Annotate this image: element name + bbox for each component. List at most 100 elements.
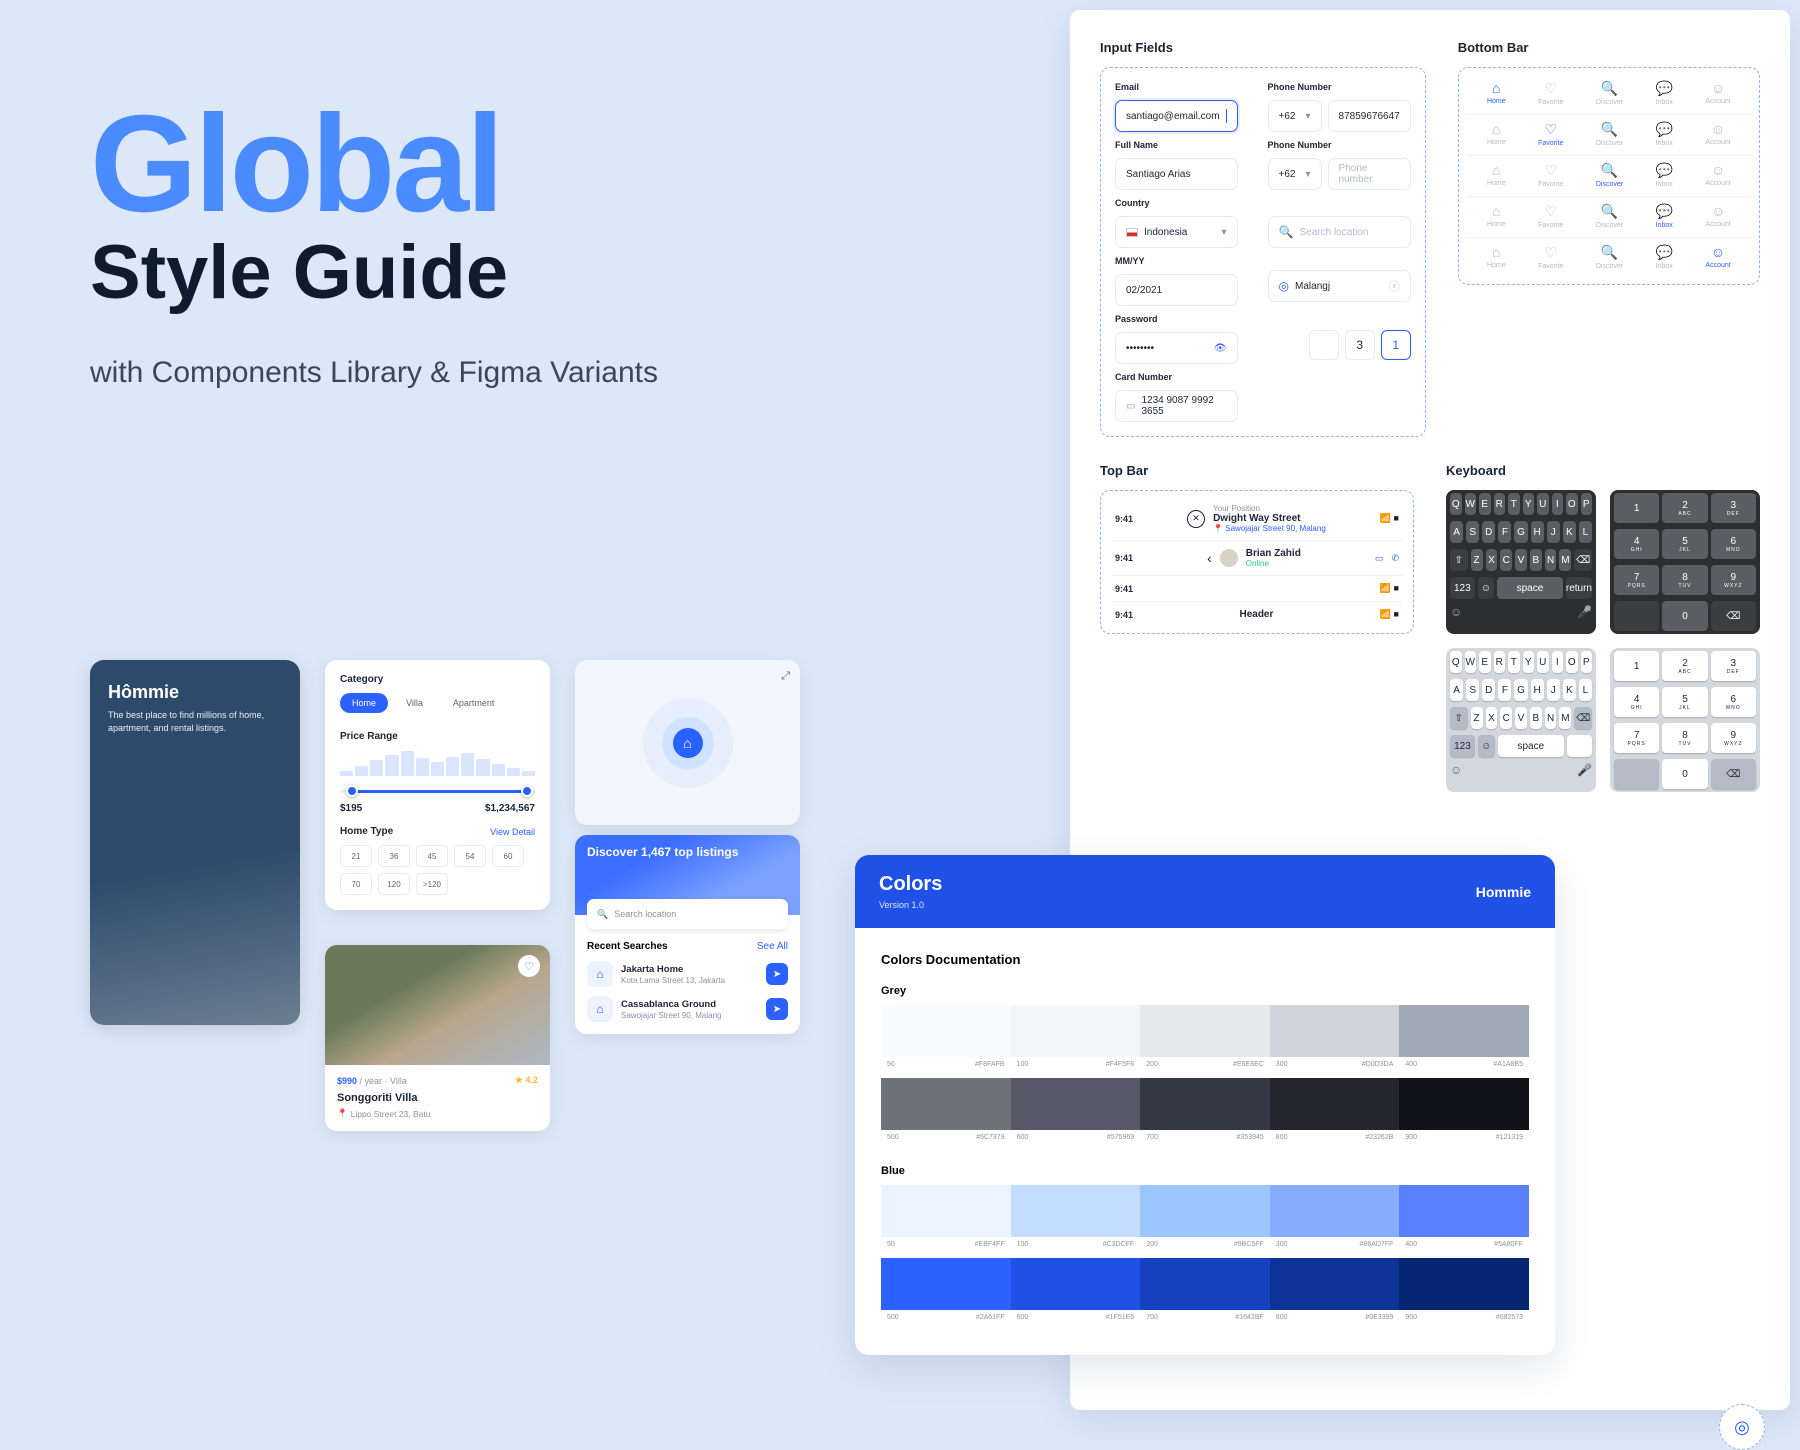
expand-icon[interactable]: ⤢: [781, 670, 790, 683]
tab-home[interactable]: ⌂Home: [1487, 203, 1506, 229]
ht-21[interactable]: 21: [340, 845, 372, 867]
search-location-input[interactable]: 🔍Search location: [1268, 216, 1411, 248]
key-K[interactable]: K: [1563, 679, 1576, 701]
arrow-icon[interactable]: ➤: [766, 963, 788, 985]
key-Z[interactable]: Z: [1471, 549, 1483, 571]
phone-icon[interactable]: ✆: [1391, 553, 1399, 564]
numkey-7[interactable]: 7PQRS: [1614, 565, 1659, 595]
key-F[interactable]: F: [1498, 521, 1511, 543]
tab-favorite[interactable]: ♡Favorite: [1538, 80, 1563, 106]
email-input[interactable]: santiago@email.com: [1115, 100, 1238, 132]
keyboard-qwerty-dark[interactable]: QWERTYUIOPASDFGHJKL⇧ZXCVBNM⌫123☺spaceret…: [1446, 490, 1596, 634]
numkey-0[interactable]: 0: [1662, 759, 1707, 789]
key-B[interactable]: B: [1530, 707, 1542, 729]
mmyy-input[interactable]: 02/2021: [1115, 274, 1238, 306]
listing-card[interactable]: ♡ $990 / year · Villa ★ 4.2 Songgoriti V…: [325, 945, 550, 1131]
numkey-7[interactable]: 7PQRS: [1614, 723, 1659, 753]
key-D[interactable]: D: [1482, 679, 1495, 701]
card-input[interactable]: ▭1234 9087 9992 3655: [1115, 390, 1238, 422]
country-select[interactable]: Indonesia▾: [1115, 216, 1238, 248]
key-Y[interactable]: Y: [1523, 651, 1535, 673]
keyboard-qwerty-light[interactable]: QWERTYUIOPASDFGHJKL⇧ZXCVBNM⌫123☺spaceGo☺…: [1446, 648, 1596, 792]
key-S[interactable]: S: [1466, 679, 1479, 701]
tab-favorite[interactable]: ♡Favorite: [1538, 121, 1563, 147]
key-U[interactable]: U: [1537, 493, 1549, 515]
tab-favorite[interactable]: ♡Favorite: [1538, 244, 1563, 270]
shift-key[interactable]: ⇧: [1450, 549, 1468, 571]
key-M[interactable]: M: [1559, 707, 1571, 729]
key-L[interactable]: L: [1579, 521, 1592, 543]
emoji-icon[interactable]: ☺: [1450, 605, 1467, 619]
numkey-3[interactable]: 3DEF: [1711, 493, 1756, 523]
numkey-5[interactable]: 5JKL: [1662, 529, 1707, 559]
key-U[interactable]: U: [1537, 651, 1549, 673]
numkey-4[interactable]: 4GHI: [1614, 529, 1659, 559]
delete-key[interactable]: ⌫: [1711, 759, 1756, 789]
key-Q[interactable]: Q: [1450, 493, 1462, 515]
eye-icon[interactable]: 👁: [1214, 343, 1227, 354]
back-icon[interactable]: ‹: [1207, 550, 1212, 566]
delete-key[interactable]: ⌫: [1574, 549, 1592, 571]
key-M[interactable]: M: [1559, 549, 1571, 571]
tab-inbox[interactable]: 💬Inbox: [1656, 121, 1673, 147]
key-Q[interactable]: Q: [1450, 651, 1462, 673]
close-icon[interactable]: ✕: [1187, 510, 1205, 528]
favorite-button[interactable]: ♡: [518, 955, 540, 977]
recent-item[interactable]: ⌂ Cassablanca Ground Sawojajar Street 90…: [587, 996, 788, 1022]
key-G[interactable]: G: [1514, 521, 1527, 543]
tab-inbox[interactable]: 💬Inbox: [1656, 80, 1673, 106]
keyboard-numpad-light[interactable]: 12ABC3DEF4GHI5JKL6MNO7PQRS8TUV9WXYZ0⌫: [1610, 648, 1760, 792]
tab-discover[interactable]: 🔍Discover: [1596, 203, 1623, 229]
tab-discover[interactable]: 🔍Discover: [1596, 80, 1623, 106]
key-G[interactable]: G: [1514, 679, 1527, 701]
key-Y[interactable]: Y: [1523, 493, 1535, 515]
tab-favorite[interactable]: ♡Favorite: [1538, 203, 1563, 229]
numkey-6[interactable]: 6MNO: [1711, 529, 1756, 559]
key-E[interactable]: E: [1479, 493, 1491, 515]
numkey-1[interactable]: 1: [1614, 651, 1659, 681]
mic-icon[interactable]: 🎤: [1575, 605, 1592, 619]
tab-discover[interactable]: 🔍Discover: [1596, 244, 1623, 270]
delete-key[interactable]: ⌫: [1574, 707, 1592, 729]
tab-account[interactable]: ☺Account: [1705, 80, 1730, 106]
tab-account[interactable]: ☺Account: [1705, 244, 1730, 270]
view-detail-link[interactable]: View Detail: [490, 827, 535, 837]
ht-60[interactable]: 60: [492, 845, 524, 867]
key-V[interactable]: V: [1515, 707, 1527, 729]
tab-account[interactable]: ☺Account: [1705, 121, 1730, 147]
key-J[interactable]: J: [1547, 521, 1560, 543]
key-E[interactable]: E: [1479, 651, 1491, 673]
numkey-9[interactable]: 9WXYZ: [1711, 723, 1756, 753]
key-C[interactable]: C: [1500, 707, 1512, 729]
key-D[interactable]: D: [1482, 521, 1495, 543]
key-A[interactable]: A: [1450, 679, 1463, 701]
key-V[interactable]: V: [1515, 549, 1527, 571]
tab-discover[interactable]: 🔍Discover: [1596, 121, 1623, 147]
key-R[interactable]: R: [1494, 651, 1506, 673]
numkey-4[interactable]: 4GHI: [1614, 687, 1659, 717]
key-Z[interactable]: Z: [1471, 707, 1483, 729]
keyboard-numpad-dark[interactable]: 12ABC3DEF4GHI5JKL6MNO7PQRS8TUV9WXYZ0⌫: [1610, 490, 1760, 634]
numkey-2[interactable]: 2ABC: [1662, 493, 1707, 523]
key-L[interactable]: L: [1579, 679, 1592, 701]
tab-account[interactable]: ☺Account: [1705, 162, 1730, 188]
key-R[interactable]: R: [1494, 493, 1506, 515]
ht-120[interactable]: 120: [378, 873, 410, 895]
ht-45[interactable]: 45: [416, 845, 448, 867]
emoji-key[interactable]: ☺: [1478, 577, 1494, 599]
numkey-9[interactable]: 9WXYZ: [1711, 565, 1756, 595]
numkey-2[interactable]: 2ABC: [1662, 651, 1707, 681]
key-W[interactable]: W: [1465, 493, 1477, 515]
emoji-key[interactable]: ☺: [1478, 735, 1495, 757]
tab-home[interactable]: ⌂Home: [1487, 121, 1506, 147]
numkey-8[interactable]: 8TUV: [1662, 723, 1707, 753]
see-all-link[interactable]: See All: [757, 941, 788, 952]
fullname-input[interactable]: Santiago Arias: [1115, 158, 1238, 190]
key-F[interactable]: F: [1498, 679, 1511, 701]
tab-account[interactable]: ☺Account: [1705, 203, 1730, 229]
key-J[interactable]: J: [1547, 679, 1560, 701]
key-T[interactable]: T: [1508, 651, 1520, 673]
key-C[interactable]: C: [1500, 549, 1512, 571]
step-empty[interactable]: [1309, 330, 1339, 360]
mic-icon[interactable]: 🎤: [1575, 763, 1592, 777]
